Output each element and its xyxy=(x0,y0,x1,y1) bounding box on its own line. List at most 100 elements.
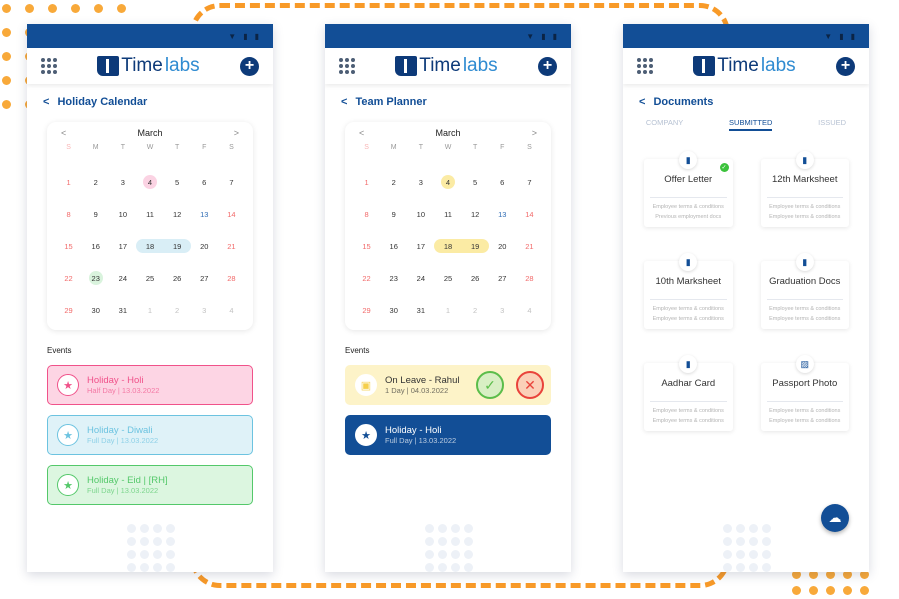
calendar-day[interactable]: 12 xyxy=(468,207,482,221)
calendar-day[interactable]: 22 xyxy=(360,271,374,285)
calendar-day[interactable]: 27 xyxy=(197,271,211,285)
calendar-day[interactable]: 18 xyxy=(136,239,164,253)
calendar-day[interactable]: 20 xyxy=(197,239,211,253)
calendar-day[interactable]: 5 xyxy=(468,175,482,189)
calendar-day[interactable]: 29 xyxy=(360,303,374,317)
calendar-day[interactable]: 1 xyxy=(441,303,455,317)
calendar-day[interactable]: 19 xyxy=(461,239,489,253)
calendar-day[interactable]: 11 xyxy=(143,207,157,221)
approve-button[interactable]: ✓ xyxy=(476,371,504,399)
calendar-day[interactable]: 22 xyxy=(62,271,76,285)
calendar-day[interactable]: 30 xyxy=(387,303,401,317)
calendar-day[interactable]: 8 xyxy=(360,207,374,221)
calendar-day[interactable]: 27 xyxy=(495,271,509,285)
next-month-button[interactable]: > xyxy=(234,128,239,138)
document-card[interactable]: ▨ Passport Photo Employee terms & conditio… xyxy=(761,355,850,431)
calendar-day[interactable]: 24 xyxy=(414,271,428,285)
add-button[interactable]: + xyxy=(835,56,855,76)
calendar-day[interactable]: 31 xyxy=(116,303,130,317)
calendar-day[interactable]: 26 xyxy=(170,271,184,285)
calendar-day[interactable]: 4 xyxy=(142,175,157,189)
document-card[interactable]: ▮ Graduation Docs Employee terms & conditi… xyxy=(761,253,850,329)
document-card[interactable]: ▮ ✓ Offer Letter Employee terms & condition… xyxy=(644,151,733,227)
calendar-day[interactable]: 14 xyxy=(522,207,536,221)
document-card[interactable]: ▮ 10th Marksheet Employee terms & conditio… xyxy=(644,253,733,329)
add-button[interactable]: + xyxy=(537,56,557,76)
calendar-day[interactable]: 3 xyxy=(116,175,130,189)
tab-issued[interactable]: ISSUED xyxy=(818,118,846,131)
calendar-day[interactable]: 14 xyxy=(224,207,238,221)
calendar-day[interactable]: 2 xyxy=(170,303,184,317)
chevron-left-icon: < xyxy=(43,96,50,108)
calendar-day[interactable]: 6 xyxy=(197,175,211,189)
calendar-day[interactable]: 24 xyxy=(116,271,130,285)
event-card[interactable]: ★ Holiday - Holi Half Day | 13.03.2022 xyxy=(47,365,253,405)
calendar-day[interactable]: 19 xyxy=(163,239,191,253)
back-button[interactable]: < Holiday Calendar xyxy=(27,84,273,108)
calendar-day[interactable]: 17 xyxy=(414,239,428,253)
calendar-day[interactable]: 12 xyxy=(170,207,184,221)
calendar-day[interactable]: 1 xyxy=(62,175,76,189)
calendar-day[interactable]: 25 xyxy=(143,271,157,285)
calendar-day[interactable]: 11 xyxy=(441,207,455,221)
calendar-day[interactable]: 16 xyxy=(89,239,103,253)
apps-grid-icon[interactable] xyxy=(637,58,653,74)
tab-submitted[interactable]: SUBMITTED xyxy=(729,118,773,131)
calendar-day[interactable]: 18 xyxy=(434,239,462,253)
calendar-day[interactable]: 10 xyxy=(116,207,130,221)
next-month-button[interactable]: > xyxy=(532,128,537,138)
calendar-day[interactable]: 28 xyxy=(224,271,238,285)
calendar-day[interactable]: 9 xyxy=(387,207,401,221)
calendar-day[interactable]: 7 xyxy=(224,175,238,189)
calendar-day[interactable]: 15 xyxy=(360,239,374,253)
calendar-day[interactable]: 25 xyxy=(441,271,455,285)
calendar-day[interactable]: 20 xyxy=(495,239,509,253)
upload-cloud-button[interactable]: ☁ xyxy=(821,504,849,532)
calendar-day[interactable]: 15 xyxy=(62,239,76,253)
document-card[interactable]: ▮ Aadhar Card Employee terms & conditions E… xyxy=(644,355,733,431)
tab-company[interactable]: COMPANY xyxy=(646,118,683,131)
calendar-day[interactable]: 23 xyxy=(387,271,401,285)
prev-month-button[interactable]: < xyxy=(359,128,364,138)
calendar-day[interactable]: 13 xyxy=(495,207,509,221)
event-card[interactable]: ★ Holiday - Diwali Full Day | 13.03.2022 xyxy=(47,415,253,455)
calendar-day[interactable]: 21 xyxy=(224,239,238,253)
calendar-day[interactable]: 29 xyxy=(62,303,76,317)
calendar-day[interactable]: 5 xyxy=(170,175,184,189)
back-button[interactable]: < Team Planner xyxy=(325,84,571,108)
calendar-day[interactable]: 10 xyxy=(414,207,428,221)
calendar-day[interactable]: 9 xyxy=(89,207,103,221)
calendar-day[interactable]: 2 xyxy=(387,175,401,189)
calendar-day[interactable]: 4 xyxy=(440,175,455,189)
back-button[interactable]: < Documents xyxy=(623,84,869,108)
calendar-day[interactable]: 2 xyxy=(89,175,103,189)
apps-grid-icon[interactable] xyxy=(339,58,355,74)
calendar-day[interactable]: 30 xyxy=(89,303,103,317)
calendar-day[interactable]: 21 xyxy=(522,239,536,253)
reject-button[interactable]: ✕ xyxy=(516,371,544,399)
calendar-day[interactable]: 3 xyxy=(495,303,509,317)
calendar-day[interactable]: 23 xyxy=(88,271,103,285)
document-card[interactable]: ▮ 12th Marksheet Employee terms & conditio… xyxy=(761,151,850,227)
calendar-day[interactable]: 3 xyxy=(197,303,211,317)
calendar-day[interactable]: 3 xyxy=(414,175,428,189)
calendar-day[interactable]: 1 xyxy=(143,303,157,317)
calendar-day[interactable]: 13 xyxy=(197,207,211,221)
calendar-day[interactable]: 4 xyxy=(224,303,238,317)
event-card[interactable]: ★ Holiday - Holi Full Day | 13.03.2022 xyxy=(345,415,551,455)
calendar-day[interactable]: 31 xyxy=(414,303,428,317)
calendar-day[interactable]: 26 xyxy=(468,271,482,285)
add-button[interactable]: + xyxy=(239,56,259,76)
calendar-day[interactable]: 6 xyxy=(495,175,509,189)
calendar-day[interactable]: 4 xyxy=(522,303,536,317)
calendar-day[interactable]: 17 xyxy=(116,239,130,253)
calendar-day[interactable]: 28 xyxy=(522,271,536,285)
calendar-day[interactable]: 7 xyxy=(522,175,536,189)
apps-grid-icon[interactable] xyxy=(41,58,57,74)
prev-month-button[interactable]: < xyxy=(61,128,66,138)
calendar-day[interactable]: 8 xyxy=(62,207,76,221)
calendar-day[interactable]: 1 xyxy=(360,175,374,189)
calendar-day[interactable]: 16 xyxy=(387,239,401,253)
event-card[interactable]: ★ Holiday - Eid | [RH] Full Day | 13.03.20… xyxy=(47,465,253,505)
calendar-day[interactable]: 2 xyxy=(468,303,482,317)
